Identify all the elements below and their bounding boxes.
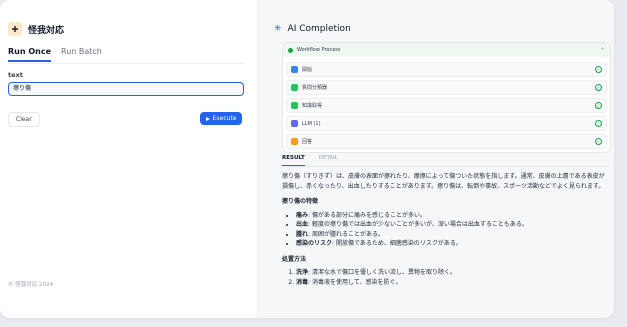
llm-icon [291, 120, 298, 127]
classifier-icon [291, 84, 298, 91]
list-item-desc: : 軽度の擦り傷では出血が少ないことが多いが、深い場合は出血することもある。 [308, 221, 528, 228]
workflow-step-label: 開始 [302, 67, 313, 73]
check-circle-icon: ✓ [595, 120, 602, 127]
workflow-step[interactable]: 知識取得 ✓ [286, 98, 607, 113]
workflow-steps: 開始 ✓ 質問分類器 ✓ 知識取得 ✓ LLM (1) ✓ 回答 ✓ [283, 57, 610, 152]
execute-button[interactable]: Execute [200, 112, 242, 125]
list-item-term: 感染のリスク [296, 240, 333, 247]
success-icon [288, 47, 293, 53]
tab-detail[interactable]: DETAIL [319, 155, 338, 166]
workflow-step[interactable]: 回答 ✓ [286, 134, 607, 149]
check-circle-icon: ✓ [595, 102, 602, 109]
tab-result[interactable]: RESULT [282, 155, 305, 166]
workflow-header[interactable]: Workflow Process ⌃ [283, 43, 610, 57]
panel-title: AI Completion [287, 24, 351, 34]
workflow-title: Workflow Process [297, 47, 341, 53]
workflow-process: Workflow Process ⌃ 開始 ✓ 質問分類器 ✓ 知識取得 ✓ LLM (1)… [282, 42, 611, 153]
list-item-desc: : 開放傷であるため、細菌感染のリスクがある。 [332, 240, 462, 247]
app-title: 怪我対応 [28, 25, 65, 36]
list-item-desc: : 周囲が腫れることがある。 [308, 230, 384, 238]
list-item-desc: : 傷がある部分に痛みを感じることが多い。 [308, 211, 426, 219]
features-list: 痛み: 傷がある部分に痛みを感じることが多い。出血: 軽度の擦り傷では出血が少な… [282, 211, 609, 249]
list-item-desc: : 清潔な水で傷口を優しく洗い流し、異物を取り除く。 [308, 269, 456, 276]
answer-icon [291, 138, 298, 145]
check-circle-icon: ✓ [595, 84, 602, 91]
result-intro: 擦り傷（すりきず）は、皮膚の表面が擦れたり、摩擦によって傷ついた状態を指します。… [282, 173, 605, 190]
tab-run-batch[interactable]: Run Batch [61, 47, 102, 62]
app-header: ✚ 怪我対応 [8, 22, 64, 36]
play-icon [205, 116, 210, 121]
app-window: ✚ 怪我対応 Run Once Run Batch text 擦り傷 Clear… [0, 0, 614, 318]
tabs-divider [8, 63, 244, 64]
start-icon [291, 66, 298, 73]
list-item-term: 消毒 [296, 278, 309, 286]
workflow-step-label: 知識取得 [302, 103, 323, 109]
workflow-step-label: 質問分類器 [302, 85, 328, 91]
first-aid-icon: ✚ [8, 22, 22, 36]
sparkle-icon: ✳ [274, 24, 282, 34]
chevron-up-icon[interactable]: ⌃ [600, 47, 605, 54]
treatment-heading: 処置方法 [282, 255, 307, 263]
list-item: 痛み: 傷がある部分に痛みを感じることが多い。 [296, 211, 609, 221]
workflow-step-label: LLM (1) [302, 120, 321, 127]
list-item-term: 出血 [296, 221, 309, 228]
text-field-label: text [8, 71, 23, 79]
features-heading: 擦り傷の特徴 [282, 198, 319, 205]
result-tabs: RESULT DETAIL [282, 155, 338, 166]
list-item: 感染のリスク: 開放傷であるため、細菌感染のリスクがある。 [296, 239, 609, 249]
list-item: 出血: 軽度の擦り傷では出血が少ないことが多いが、深い場合は出血することもある。 [296, 220, 609, 230]
treatment-list: 洗浄: 清潔な水で傷口を優しく洗い流し、異物を取り除く。消毒: 消毒液を使用して… [282, 268, 609, 287]
input-panel: ✚ 怪我対応 Run Once Run Batch text 擦り傷 Clear… [0, 0, 256, 318]
clear-button[interactable]: Clear [8, 112, 40, 127]
workflow-step[interactable]: LLM (1) ✓ [286, 116, 607, 131]
list-item-term: 洗浄 [296, 269, 309, 276]
run-tabs: Run Once Run Batch [8, 47, 102, 62]
result-content: 擦り傷（すりきず）は、皮膚の表面が擦れたり、摩擦によって傷ついた状態を指します。… [282, 172, 609, 287]
text-input[interactable]: 擦り傷 [8, 82, 244, 96]
footer-copyright: © 怪我対応 2024 [8, 282, 53, 288]
list-item: 消毒: 消毒液を使用して、感染を防ぐ。 [296, 278, 609, 288]
list-item-desc: : 消毒液を使用して、感染を防ぐ。 [308, 278, 402, 286]
list-item: 腫れ: 周囲が腫れることがある。 [296, 230, 609, 240]
result-tabs-divider [282, 166, 609, 167]
output-panel: ✳ AI Completion Workflow Process ⌃ 開始 ✓ 質問… [257, 0, 614, 318]
workflow-step[interactable]: 開始 ✓ [286, 62, 607, 77]
list-item: 洗浄: 清潔な水で傷口を優しく洗い流し、異物を取り除く。 [296, 268, 609, 278]
knowledge-icon [291, 102, 298, 109]
tab-run-once[interactable]: Run Once [8, 47, 51, 62]
panel-header: ✳ AI Completion [274, 24, 351, 34]
execute-label: Execute [212, 115, 237, 122]
list-item-term: 痛み [296, 211, 309, 219]
workflow-step-label: 回答 [302, 139, 313, 145]
workflow-step[interactable]: 質問分類器 ✓ [286, 80, 607, 95]
list-item-term: 腫れ [296, 230, 309, 238]
check-circle-icon: ✓ [595, 138, 602, 145]
check-circle-icon: ✓ [595, 66, 602, 73]
